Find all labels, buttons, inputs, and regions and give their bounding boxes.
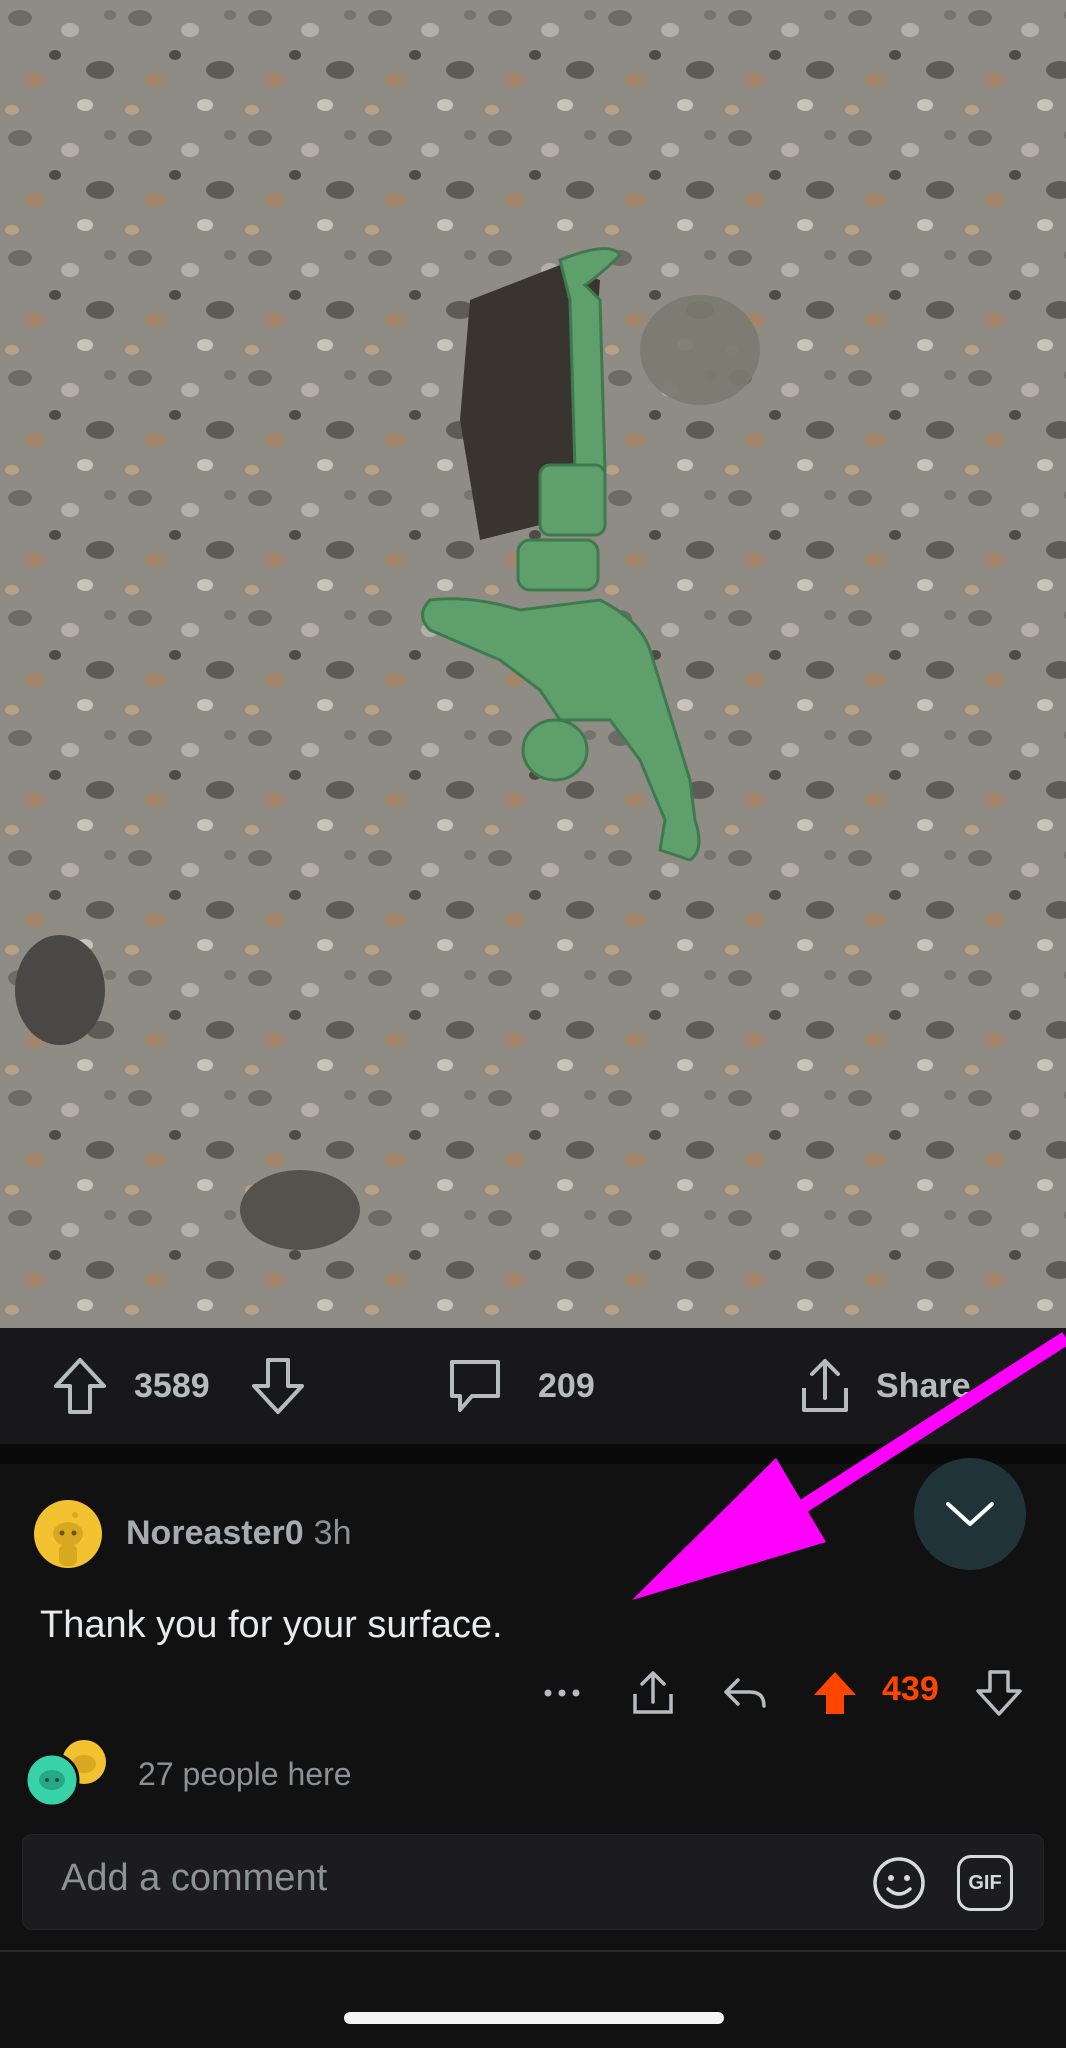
emoji-button[interactable]: [871, 1855, 927, 1916]
reply-icon: [724, 1678, 766, 1708]
gif-icon: GIF: [968, 1871, 1002, 1894]
downvote-icon: [976, 1670, 1022, 1716]
bottom-divider: [0, 1950, 1066, 1952]
share-icon: [802, 1359, 848, 1412]
home-indicator[interactable]: [344, 2012, 724, 2024]
comment-share-button[interactable]: [628, 1668, 678, 1718]
share-label: Share: [876, 1366, 971, 1405]
avatar[interactable]: [34, 1500, 102, 1568]
comment-composer[interactable]: Add a comment GIF: [22, 1834, 1044, 1930]
comment-downvote-button[interactable]: [974, 1668, 1024, 1718]
scroll-down-button[interactable]: [914, 1458, 1026, 1570]
post-score: 3589: [134, 1366, 210, 1405]
downvote-button[interactable]: [250, 1354, 306, 1418]
comment-icon: [450, 1360, 500, 1412]
comment-count: 209: [538, 1366, 595, 1405]
section-divider: [0, 1444, 1066, 1464]
presence-label: 27 people here: [138, 1756, 352, 1792]
gif-button[interactable]: GIF: [957, 1855, 1013, 1911]
chevron-down-icon: [946, 1502, 994, 1526]
comment-time: 3h: [313, 1514, 352, 1552]
downvote-icon: [252, 1358, 304, 1414]
reply-button[interactable]: [720, 1668, 770, 1718]
share-button[interactable]: Share: [796, 1354, 971, 1418]
emoji-icon: [873, 1857, 925, 1909]
snoo-avatar-icon: [53, 1512, 83, 1566]
presence-avatars: [22, 1738, 118, 1810]
author-name[interactable]: Noreaster0: [126, 1514, 304, 1552]
more-options-button[interactable]: [540, 1668, 584, 1718]
share-icon: [633, 1671, 673, 1714]
comment-body: Thank you for your surface.: [40, 1604, 503, 1646]
upvote-icon: [54, 1358, 106, 1414]
comment-upvote-button[interactable]: [810, 1668, 860, 1718]
upvote-icon: [814, 1672, 856, 1714]
comment-input-placeholder[interactable]: Add a comment: [61, 1857, 327, 1900]
upvote-button[interactable]: [52, 1354, 108, 1418]
comments-button[interactable]: 209: [446, 1354, 595, 1418]
post-image[interactable]: [0, 0, 1066, 1328]
comment-score: 439: [882, 1670, 939, 1708]
comment-author[interactable]: Noreaster0 3h: [126, 1514, 351, 1553]
more-icon: [544, 1689, 580, 1697]
